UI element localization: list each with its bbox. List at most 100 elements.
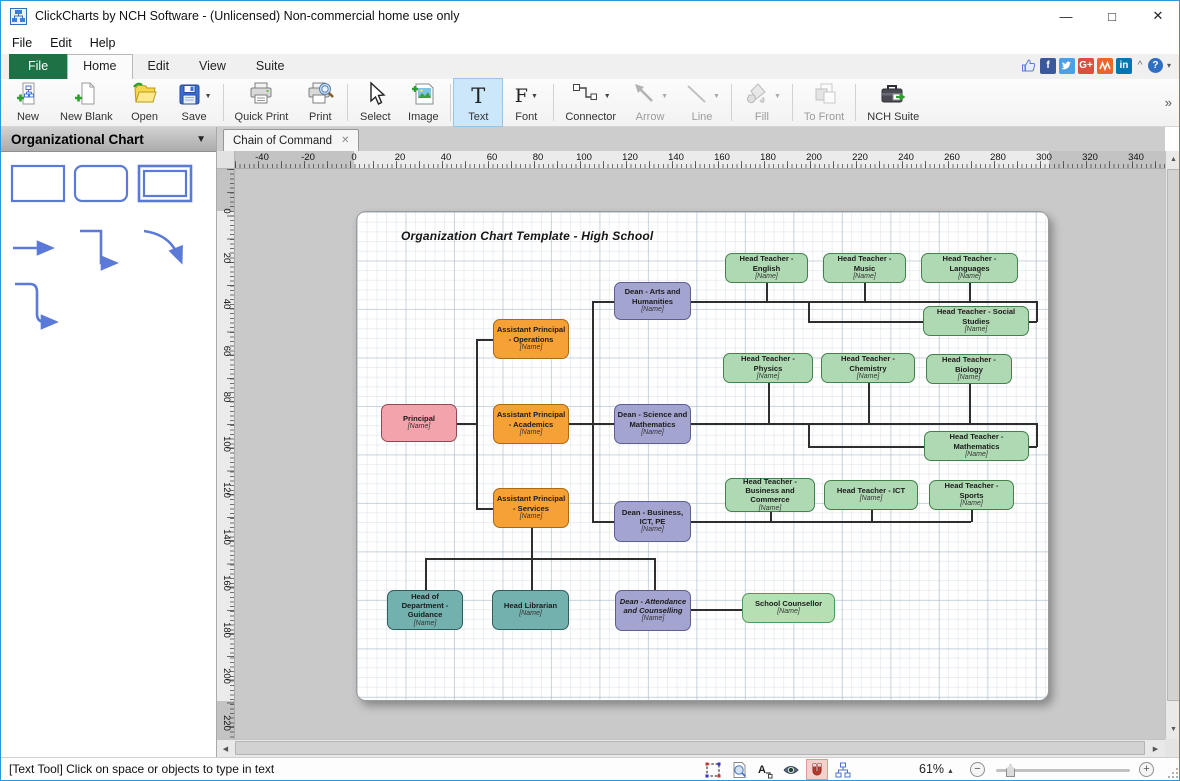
connector-line[interactable] (476, 508, 493, 510)
nch-icon[interactable] (1097, 58, 1113, 74)
shape-s-elbow-arrow[interactable] (15, 284, 55, 322)
ribbon-tab-view[interactable]: View (184, 54, 241, 79)
help-caret-icon[interactable]: ▾ (1167, 61, 1171, 70)
new-blank-button[interactable]: New Blank (52, 79, 121, 126)
org-node-dean-attendance[interactable]: Dean - Attendance and Counselling[Name] (615, 590, 691, 631)
org-node-ht-sports[interactable]: Head Teacher - Sports[Name] (929, 480, 1014, 510)
ribbon-tab-suite[interactable]: Suite (241, 54, 300, 79)
connector-line[interactable] (531, 528, 533, 559)
text-connector-icon[interactable]: A (754, 759, 776, 780)
scroll-right-icon[interactable]: ▶ (1147, 740, 1164, 757)
zoom-page-icon[interactable] (728, 759, 750, 780)
text-button[interactable]: TText (454, 79, 502, 126)
zoom-level[interactable]: 61%▲ (919, 762, 954, 776)
close-tab-icon[interactable]: ✕ (341, 135, 349, 146)
twitter-icon[interactable] (1059, 58, 1075, 74)
minimize-button[interactable]: — (1043, 1, 1089, 31)
connector-line[interactable] (691, 609, 742, 611)
connector-line[interactable] (425, 558, 654, 560)
connector-line[interactable] (531, 558, 533, 590)
font-button[interactable]: F▼Font (502, 79, 550, 126)
connector-line[interactable] (592, 301, 614, 303)
select-button[interactable]: Select (351, 79, 399, 126)
line-button[interactable]: ▼Line (676, 79, 728, 126)
facebook-icon[interactable]: f (1040, 58, 1056, 74)
connector-line[interactable] (868, 383, 870, 423)
org-node-ht-physics[interactable]: Head Teacher - Physics[Name] (723, 353, 813, 383)
vertical-scrollbar[interactable]: ▲ ▼ (1165, 151, 1180, 739)
nch-suite-button[interactable]: NCH Suite (859, 79, 927, 126)
scroll-left-icon[interactable]: ◀ (217, 740, 234, 757)
dropdown-caret-icon[interactable]: ▼ (774, 93, 781, 100)
ribbon-tab-edit[interactable]: Edit (133, 54, 185, 79)
org-node-ht-business[interactable]: Head Teacher - Business and Commerce[Nam… (725, 478, 815, 512)
vertical-scrollbar-thumb[interactable] (1167, 169, 1180, 701)
horizontal-scrollbar-thumb[interactable] (235, 741, 1145, 755)
googleplus-icon[interactable]: G+ (1078, 58, 1094, 74)
dropdown-caret-icon[interactable]: ▼ (531, 93, 538, 100)
org-node-ht-english[interactable]: Head Teacher - English[Name] (725, 253, 808, 283)
connector-line[interactable] (691, 301, 1036, 303)
maximize-button[interactable]: □ (1089, 1, 1135, 31)
to-front-button[interactable]: To Front (796, 79, 852, 126)
org-node-ht-languages[interactable]: Head Teacher - Languages[Name] (921, 253, 1018, 283)
connector-line[interactable] (425, 558, 427, 590)
connector-line[interactable] (691, 521, 971, 523)
connector-line[interactable] (971, 510, 973, 522)
connector-line[interactable] (766, 283, 768, 301)
arrow-button[interactable]: ▼Arrow (624, 79, 676, 126)
org-node-ht-ict[interactable]: Head Teacher - ICT[Name] (824, 480, 918, 510)
connector-line[interactable] (770, 512, 772, 522)
org-node-ap-operations[interactable]: Assistant Principal - Operations[Name] (493, 319, 569, 359)
scroll-down-icon[interactable]: ▼ (1166, 721, 1180, 738)
org-node-head-librarian[interactable]: Head Librarian[Name] (492, 590, 569, 630)
connector-line[interactable] (592, 301, 594, 522)
org-node-dean-business[interactable]: Dean - Business, ICT, PE[Name] (614, 501, 691, 542)
menu-file[interactable]: File (3, 34, 41, 52)
dropdown-caret-icon[interactable]: ▼ (604, 93, 611, 100)
like-icon[interactable] (1021, 58, 1037, 74)
zoom-slider[interactable] (996, 769, 1130, 772)
document-tab-chain-of-command[interactable]: Chain of Command ✕ (223, 129, 359, 151)
ribbon-tab-file[interactable]: File (9, 54, 67, 79)
zoom-in-button[interactable]: + (1139, 762, 1154, 777)
shape-rectangle[interactable] (12, 166, 64, 201)
zoom-out-button[interactable]: − (970, 762, 985, 777)
connector-line[interactable] (654, 558, 656, 590)
connector-line[interactable] (1036, 423, 1038, 447)
collapse-caret-icon[interactable]: ^ (1135, 58, 1145, 74)
fit-selection-icon[interactable] (702, 759, 724, 780)
ribbon-tab-home[interactable]: Home (67, 54, 132, 79)
connector-button[interactable]: ▼Connector (557, 79, 624, 126)
connector-line[interactable] (808, 301, 810, 321)
org-node-dean-arts[interactable]: Dean - Arts and Humanities[Name] (614, 282, 691, 320)
close-button[interactable]: ✕ (1135, 1, 1180, 31)
connector-line[interactable] (871, 510, 873, 522)
auto-layout-icon[interactable] (832, 759, 854, 780)
chart-title[interactable]: Organization Chart Template - High Schoo… (401, 229, 653, 243)
canvas-viewport[interactable]: Organization Chart Template - High Schoo… (235, 169, 1165, 739)
resize-grip[interactable] (1166, 766, 1178, 778)
connector-line[interactable] (808, 321, 923, 323)
open-button[interactable]: Open (121, 79, 169, 126)
org-node-ht-mathematics[interactable]: Head Teacher - Mathematics[Name] (924, 431, 1029, 461)
connector-line[interactable] (1029, 446, 1037, 448)
shape-category-selector[interactable]: Organizational Chart ▼ (1, 127, 216, 152)
org-node-ht-chemistry[interactable]: Head Teacher - Chemistry[Name] (821, 353, 915, 383)
visibility-icon[interactable] (780, 759, 802, 780)
org-node-school-counsellor[interactable]: School Counsellor[Name] (742, 593, 835, 623)
shape-elbow-arrow[interactable] (80, 231, 115, 263)
org-node-hod-guidance[interactable]: Head of Department - Guidance[Name] (387, 590, 463, 630)
connector-line[interactable] (476, 339, 478, 509)
dropdown-caret-icon[interactable]: ▼ (661, 93, 668, 100)
horizontal-scrollbar[interactable]: ◀ ▶ (217, 739, 1165, 757)
connector-line[interactable] (691, 423, 1036, 425)
scroll-up-icon[interactable]: ▲ (1166, 151, 1180, 168)
zoom-slider-thumb[interactable] (1006, 764, 1015, 777)
connector-line[interactable] (969, 283, 971, 301)
connector-line[interactable] (969, 384, 971, 423)
dropdown-caret-icon[interactable]: ▼ (713, 93, 720, 100)
org-node-ht-social-studies[interactable]: Head Teacher - Social Studies[Name] (923, 306, 1029, 336)
connector-line[interactable] (592, 521, 614, 523)
dropdown-caret-icon[interactable]: ▼ (205, 93, 212, 100)
